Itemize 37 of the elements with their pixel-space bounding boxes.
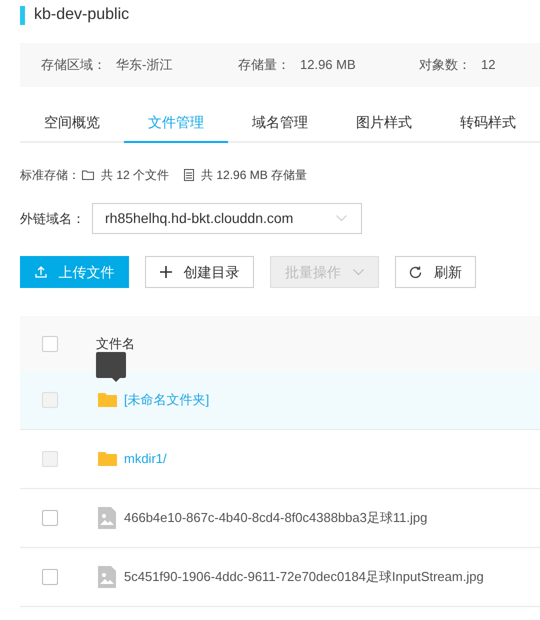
file-count: 共 12 个文件 bbox=[101, 167, 170, 184]
storage-total: 共 12.96 MB 存储量 bbox=[201, 167, 308, 184]
info-value: 华东-浙江 bbox=[116, 56, 172, 74]
domain-select[interactable]: rh85helhq.hd-bkt.clouddn.com bbox=[92, 203, 362, 234]
domain-label: 外链域名： bbox=[20, 210, 85, 228]
image-file-icon bbox=[98, 566, 116, 588]
row-checkbox[interactable] bbox=[42, 510, 58, 526]
folder-icon bbox=[98, 451, 116, 467]
document-icon bbox=[184, 169, 194, 181]
info-label: 对象数： bbox=[419, 56, 471, 74]
info-label: 存储区域： bbox=[41, 56, 106, 74]
column-header: 文件名 bbox=[96, 334, 135, 353]
upload-icon bbox=[34, 266, 46, 278]
info-value: 12 bbox=[481, 56, 496, 74]
tab[interactable]: 图片样式 bbox=[332, 106, 436, 143]
info-value: 12.96 MB bbox=[300, 56, 356, 74]
row-checkbox[interactable] bbox=[42, 569, 58, 585]
bucket-title: kb-dev-public bbox=[34, 5, 130, 25]
tab[interactable]: 空间概览 bbox=[20, 106, 124, 143]
folder-outline-icon bbox=[82, 170, 94, 180]
chevron-down-icon bbox=[353, 268, 364, 276]
folder-icon bbox=[98, 392, 116, 408]
file-name: 466b4e10-867c-4b40-8cd4-8f0c4388bba3足球11.jpg bbox=[124, 509, 428, 528]
info-label: 存储量： bbox=[238, 56, 290, 74]
refresh-icon bbox=[409, 266, 422, 278]
tab[interactable]: 域名管理 bbox=[228, 106, 332, 143]
toolbar-button[interactable]: 创建目录 bbox=[145, 256, 254, 288]
toolbar-button[interactable]: 刷新 bbox=[395, 256, 476, 288]
chevron-down-icon bbox=[336, 215, 347, 222]
plus-icon bbox=[160, 266, 172, 278]
tab[interactable]: 转码样式 bbox=[436, 106, 540, 143]
image-file-icon bbox=[98, 507, 116, 529]
tooltip bbox=[96, 352, 126, 382]
title-accent-bar bbox=[20, 6, 25, 24]
select-all-checkbox[interactable] bbox=[42, 336, 58, 352]
file-name: 5c451f90-1906-4ddc-9611-72e70dec0184足球InputStream.jpg bbox=[124, 568, 484, 586]
storage-class-label: 标准存储： bbox=[20, 167, 80, 184]
